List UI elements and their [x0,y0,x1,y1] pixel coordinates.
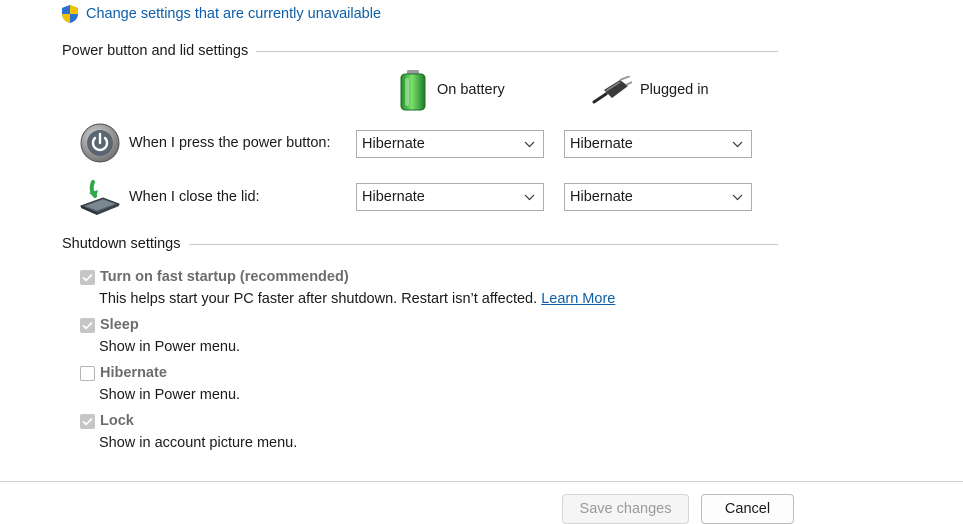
chevron-down-icon [732,141,743,147]
fast-startup-checkbox[interactable] [80,269,95,285]
power-button-icon [80,123,120,163]
select-value: Hibernate [570,136,633,152]
chevron-down-icon [524,141,535,147]
power-section-title: Power button and lid settings [62,43,249,59]
power-section-header: Power button and lid settings [62,42,778,60]
shutdown-section-header: Shutdown settings [62,235,778,253]
cancel-button[interactable]: Cancel [701,494,794,524]
checkmark-icon [82,321,93,330]
fast-startup-description: This helps start your PC faster after sh… [99,291,615,307]
plugged-in-header: Plugged in [592,75,709,105]
chevron-down-icon [524,194,535,200]
power-button-plugged-select[interactable]: Hibernate [564,130,752,158]
plug-icon [592,76,632,104]
section-divider [256,50,778,52]
chevron-down-icon [732,194,743,200]
close-lid-label: When I close the lid: [129,189,260,205]
hibernate-checkbox[interactable] [80,365,95,381]
select-value: Hibernate [362,136,425,152]
shutdown-section-title: Shutdown settings [62,236,181,252]
close-lid-battery-select[interactable]: Hibernate [356,183,544,211]
hibernate-option: Hibernate [80,365,167,381]
close-lid-row-label: When I close the lid: [79,177,260,217]
select-value: Hibernate [362,189,425,205]
checkmark-icon [82,273,93,282]
section-divider [188,243,778,245]
lock-label: Lock [100,413,134,429]
plugged-in-label: Plugged in [640,82,709,98]
sleep-description: Show in Power menu. [99,339,241,355]
change-settings-link[interactable]: Change settings that are currently unava… [60,4,381,24]
on-battery-label: On battery [437,82,505,98]
laptop-lid-icon [79,180,121,215]
lock-checkbox[interactable] [80,413,95,429]
fast-startup-desc-text: This helps start your PC faster after sh… [99,291,538,307]
save-changes-button[interactable]: Save changes [562,494,689,524]
lock-option: Lock [80,413,134,429]
hibernate-label: Hibernate [100,365,167,381]
fast-startup-label: Turn on fast startup (recommended) [100,269,349,285]
select-value: Hibernate [570,189,633,205]
sleep-option: Sleep [80,317,139,333]
learn-more-link[interactable]: Learn More [541,291,615,307]
change-settings-label: Change settings that are currently unava… [86,6,382,22]
footer-divider [0,481,963,482]
on-battery-header: On battery [397,69,505,111]
lock-description: Show in account picture menu. [99,435,298,451]
uac-shield-icon [62,5,78,23]
sleep-label: Sleep [100,317,139,333]
power-button-battery-select[interactable]: Hibernate [356,130,544,158]
checkmark-icon [82,417,93,426]
power-button-row-label: When I press the power button: [79,122,331,164]
battery-icon [400,70,426,111]
power-button-label: When I press the power button: [129,135,331,151]
close-lid-plugged-select[interactable]: Hibernate [564,183,752,211]
sleep-checkbox[interactable] [80,317,95,333]
fast-startup-option: Turn on fast startup (recommended) [80,269,349,285]
hibernate-description: Show in Power menu. [99,387,241,403]
